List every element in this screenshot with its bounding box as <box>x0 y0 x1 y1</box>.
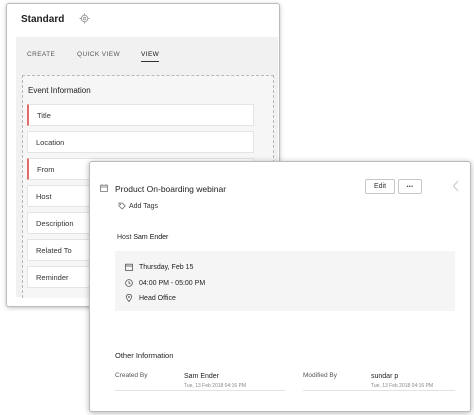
calendar-icon <box>100 184 108 192</box>
field-location[interactable]: Location <box>27 131 254 153</box>
gear-icon[interactable] <box>79 13 90 24</box>
created-by-label: Created By <box>115 372 148 379</box>
modified-by-time: Tue, 13 Feb 2018 04:16 PM <box>371 383 434 389</box>
event-detail-card: Product On-boarding webinar Edit ••• Add… <box>89 161 471 412</box>
location-pin-icon <box>125 294 133 302</box>
location-row: Head Office <box>125 294 176 302</box>
modified-by-label: Modified By <box>303 372 337 379</box>
calendar-icon <box>125 263 133 271</box>
host-name: Sam Ender <box>133 234 169 241</box>
modified-by-divider <box>303 390 455 391</box>
layout-title: Standard <box>21 14 65 25</box>
event-time: 04:00 PM - 05:00 PM <box>139 279 206 287</box>
event-location: Head Office <box>139 294 176 302</box>
field-label: Host <box>36 191 52 201</box>
other-information-title: Other Information <box>115 351 174 360</box>
event-details-box: Thursday, Feb 15 04:00 PM - 05:00 PM Hea… <box>115 251 455 311</box>
created-by-name: Sam Ender <box>184 373 220 380</box>
modified-by-name: sundar p <box>371 373 399 380</box>
event-date: Thursday, Feb 15 <box>139 263 194 271</box>
tab-view[interactable]: VIEW <box>141 51 160 62</box>
date-row: Thursday, Feb 15 <box>125 263 193 271</box>
field-label: From <box>37 164 55 174</box>
clock-icon <box>125 279 133 287</box>
field-label: Related To <box>36 245 72 255</box>
field-label: Location <box>36 137 65 147</box>
more-options-button[interactable]: ••• <box>398 179 422 194</box>
field-label: Title <box>37 110 51 120</box>
field-label: Description <box>36 218 74 228</box>
tab-quick-view[interactable]: QUICK VIEW <box>77 51 120 58</box>
host-row: Host Sam Ender <box>117 234 168 241</box>
field-label: Reminder <box>36 272 69 282</box>
time-row: 04:00 PM - 05:00 PM <box>125 279 205 287</box>
chevron-left-icon[interactable] <box>452 180 460 192</box>
field-title[interactable]: Title <box>27 104 254 126</box>
created-by-divider <box>115 390 285 391</box>
host-label: Host <box>117 234 132 241</box>
add-tags-link[interactable]: Add Tags <box>118 202 158 210</box>
tab-create[interactable]: CREATE <box>27 51 55 58</box>
add-tags-label: Add Tags <box>129 202 159 210</box>
event-title: Product On-boarding webinar <box>115 184 227 194</box>
edit-button[interactable]: Edit <box>365 179 395 194</box>
created-by-time: Tue, 13 Feb 2018 04:16 PM <box>184 383 247 389</box>
tag-icon <box>118 202 126 210</box>
section-title: Event Information <box>28 86 91 95</box>
